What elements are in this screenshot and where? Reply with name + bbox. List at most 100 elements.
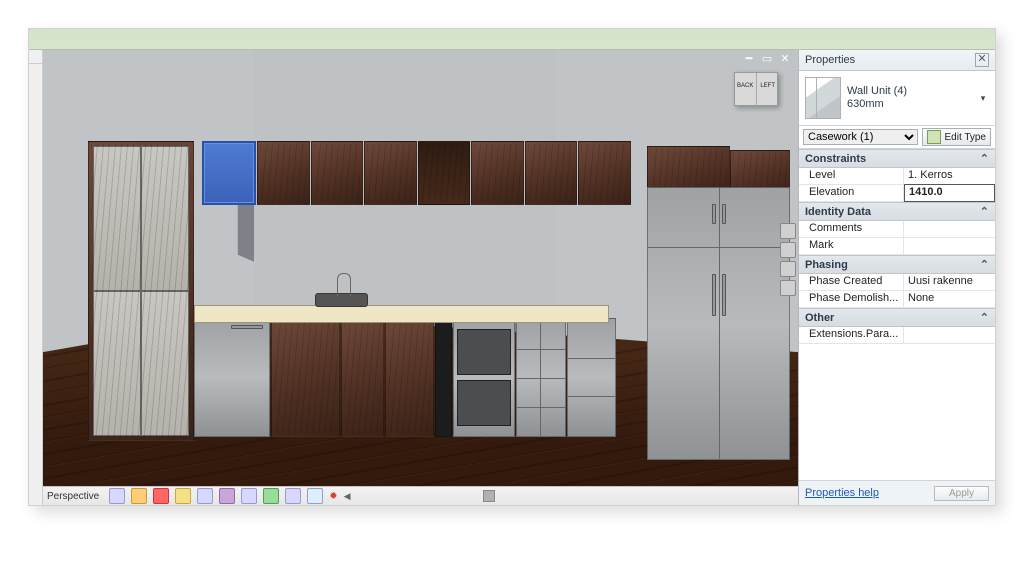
wall-unit-open[interactable] (418, 141, 471, 205)
wall-unit[interactable] (471, 141, 524, 205)
group-title: Constraints (805, 153, 866, 165)
group-title: Other (805, 312, 834, 324)
view-name-label: Perspective (47, 491, 99, 502)
scrollbar-thumb[interactable] (483, 490, 495, 502)
param-value[interactable]: None (904, 291, 995, 307)
prop-row-mark[interactable]: Mark (799, 238, 995, 255)
tall-cabinet[interactable] (88, 141, 194, 441)
orbit-icon[interactable] (780, 280, 796, 296)
scale-icon[interactable] (109, 488, 125, 504)
properties-title: Properties (805, 54, 855, 66)
lock-3d-icon[interactable] (285, 488, 301, 504)
left-scrollbar[interactable] (29, 50, 43, 505)
param-name: Elevation (799, 185, 904, 201)
detail-level-icon[interactable] (131, 488, 147, 504)
prop-row-extensions[interactable]: Extensions.Para... (799, 327, 995, 344)
dishwasher[interactable] (194, 318, 270, 436)
properties-grid[interactable]: Constraints ⌃ Level 1. Kerros Elevation … (799, 149, 995, 480)
chevron-down-icon[interactable]: ▾ (977, 93, 989, 104)
screenshot-frame: ━ ▭ ✕ (0, 0, 1024, 581)
drawer-stack[interactable] (516, 318, 565, 436)
refrigerator[interactable] (647, 187, 790, 460)
crop-region-icon[interactable] (263, 488, 279, 504)
zoom-icon[interactable] (780, 261, 796, 277)
wall-unit-selected[interactable] (202, 141, 257, 205)
corner-unit[interactable] (385, 318, 434, 436)
param-value[interactable] (904, 327, 995, 343)
drawer-stack[interactable] (567, 318, 616, 436)
ribbon-strip (29, 29, 995, 50)
category-selector[interactable]: Casework (1) (803, 129, 918, 145)
upper-cabinets (202, 141, 632, 205)
wall-unit[interactable] (525, 141, 578, 205)
double-oven[interactable] (453, 318, 516, 436)
param-value[interactable]: 1. Kerros (904, 168, 995, 184)
param-value[interactable] (904, 238, 995, 254)
param-name: Phase Created (799, 274, 904, 290)
group-header-constraints[interactable]: Constraints ⌃ (799, 149, 995, 168)
apply-button[interactable]: Apply (934, 486, 989, 501)
type-preview-icon (805, 77, 841, 119)
type-name: 630mm (847, 98, 884, 110)
rendering-icon[interactable] (219, 488, 235, 504)
properties-help-link[interactable]: Properties help (805, 487, 879, 499)
edit-type-button[interactable]: Edit Type (922, 128, 991, 146)
reveal-hidden-icon[interactable]: ✹ (329, 491, 337, 502)
visual-style-icon[interactable] (153, 488, 169, 504)
maximize-icon[interactable]: ▭ (760, 54, 774, 66)
prop-row-level[interactable]: Level 1. Kerros (799, 168, 995, 185)
prop-row-phase-demolished[interactable]: Phase Demolish... None (799, 291, 995, 308)
view-3d-panel[interactable]: ━ ▭ ✕ (43, 50, 798, 505)
param-name: Phase Demolish... (799, 291, 904, 307)
group-header-identity[interactable]: Identity Data ⌃ (799, 202, 995, 221)
viewcube-face: BACK (737, 83, 753, 89)
properties-header: Properties ✕ (799, 50, 995, 71)
view-control-bar: Perspective ✹ ◀ (43, 486, 798, 505)
base-cabinets (194, 318, 617, 436)
kitchen-scene (43, 50, 798, 505)
collapse-icon[interactable]: ⌃ (980, 205, 989, 218)
properties-footer: Properties help Apply (799, 480, 995, 505)
collapse-icon[interactable]: ⌃ (980, 311, 989, 324)
workspace: ━ ▭ ✕ (29, 50, 995, 505)
close-icon[interactable]: ✕ (778, 54, 792, 66)
cooktop[interactable] (435, 318, 452, 436)
param-value[interactable]: Uusi rakenne (904, 274, 995, 290)
param-name: Mark (799, 238, 904, 254)
param-name: Level (799, 168, 904, 184)
sun-path-icon[interactable] (175, 488, 191, 504)
base-unit[interactable] (271, 318, 340, 436)
collapse-icon[interactable]: ⌃ (980, 258, 989, 271)
base-unit[interactable] (341, 318, 383, 436)
param-value[interactable]: 1410.0 (904, 184, 995, 202)
temp-hide-icon[interactable] (307, 488, 323, 504)
prop-row-elevation[interactable]: Elevation 1410.0 (799, 185, 995, 202)
crop-view-icon[interactable] (241, 488, 257, 504)
param-value[interactable] (904, 221, 995, 237)
wall-unit[interactable] (364, 141, 417, 205)
minimize-icon[interactable]: ━ (742, 54, 756, 66)
group-header-other[interactable]: Other ⌃ (799, 308, 995, 327)
pan-icon[interactable] (780, 242, 796, 258)
close-panel-icon[interactable]: ✕ (975, 53, 989, 67)
prop-row-comments[interactable]: Comments (799, 221, 995, 238)
wall-unit[interactable] (578, 141, 631, 205)
category-row: Casework (1) Edit Type (799, 126, 995, 149)
group-title: Identity Data (805, 206, 871, 218)
edit-type-icon (927, 130, 941, 144)
prop-row-phase-created[interactable]: Phase Created Uusi rakenne (799, 274, 995, 291)
group-header-phasing[interactable]: Phasing ⌃ (799, 255, 995, 274)
wall-unit[interactable] (257, 141, 310, 205)
param-name: Comments (799, 221, 904, 237)
steering-wheel-icon[interactable] (780, 223, 796, 239)
type-selector[interactable]: Wall Unit (4) 630mm ▾ (799, 71, 995, 126)
wall-unit[interactable] (311, 141, 364, 205)
viewbar-prev-icon[interactable]: ◀ (344, 491, 351, 502)
collapse-icon[interactable]: ⌃ (980, 152, 989, 165)
app-window: ━ ▭ ✕ (28, 28, 996, 506)
view-window-controls: ━ ▭ ✕ (742, 54, 792, 66)
param-name: Extensions.Para... (799, 327, 904, 343)
edit-type-label: Edit Type (944, 132, 986, 143)
shadows-icon[interactable] (197, 488, 213, 504)
view-cube[interactable]: BACK LEFT (734, 72, 778, 106)
